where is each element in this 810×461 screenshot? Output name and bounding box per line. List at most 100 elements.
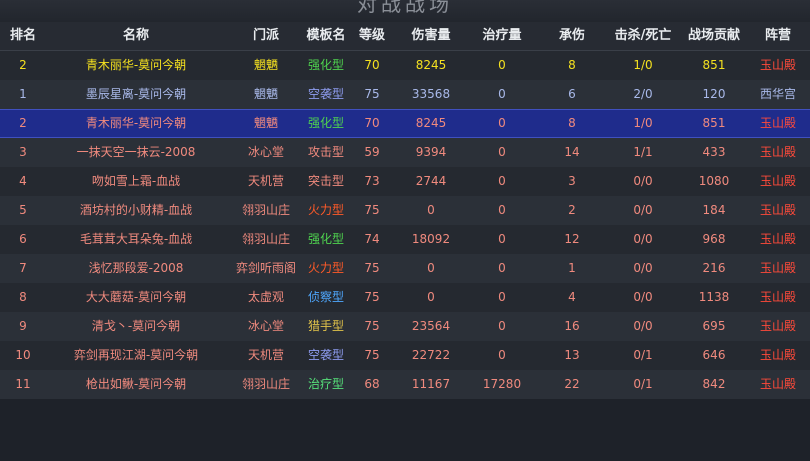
header-kill-death[interactable]: 击杀/死亡 xyxy=(610,22,676,50)
cell-contribution: 184 xyxy=(702,203,726,217)
table-row[interactable]: 7 浅忆那段爱-2008 弈剑听雨阁 火力型 75 0 0 1 0/0 216 玉山殿 xyxy=(0,254,810,283)
cell-template: 猎手型 xyxy=(307,319,344,333)
cell-kill-death: 0/0 xyxy=(633,232,653,246)
table-row[interactable]: 2 青木丽华-莫问今朝 魍魉 强化型 70 8245 0 8 1/0 851 玉山殿 xyxy=(0,51,810,80)
cell-heal: 0 xyxy=(498,319,506,333)
cell-contribution: 433 xyxy=(702,145,726,159)
cell-damage: 33568 xyxy=(411,87,451,101)
table-header: 排名 名称 门派 模板名 等级 伤害量 治疗量 承伤 击杀/死亡 战场贡献 阵营 xyxy=(0,22,810,66)
cell-rank: 1 xyxy=(19,87,27,101)
cell-template: 火力型 xyxy=(307,261,344,275)
cell-heal: 0 xyxy=(498,58,506,72)
cell-camp: 玉山殿 xyxy=(759,145,796,159)
cell-template: 强化型 xyxy=(307,58,344,72)
cell-damage-taken: 12 xyxy=(564,232,580,246)
cell-camp: 玉山殿 xyxy=(759,116,796,130)
cell-level: 68 xyxy=(364,377,380,391)
cell-template: 强化型 xyxy=(307,232,344,246)
cell-level: 70 xyxy=(364,58,380,72)
cell-rank: 5 xyxy=(19,203,27,217)
cell-school: 翎羽山庄 xyxy=(241,232,290,246)
cell-name: 吻如雪上霜-血战 xyxy=(91,174,181,188)
cell-heal: 0 xyxy=(498,261,506,275)
cell-heal: 0 xyxy=(498,290,506,304)
table-row[interactable]: 4 吻如雪上霜-血战 天机营 突击型 73 2744 0 3 0/0 1080 玉山殿 xyxy=(0,167,810,196)
cell-level: 75 xyxy=(364,348,380,362)
header-damage[interactable]: 伤害量 xyxy=(394,22,468,50)
cell-damage-taken: 22 xyxy=(564,377,580,391)
cell-contribution: 646 xyxy=(702,348,726,362)
cell-school: 魍魉 xyxy=(253,58,278,72)
cell-school: 太虚观 xyxy=(247,290,284,304)
cell-kill-death: 0/0 xyxy=(633,174,653,188)
table-row[interactable]: 3 一抹天空一抹云-2008 冰心堂 攻击型 59 9394 0 14 1/1 433 玉山殿 xyxy=(0,138,810,167)
cell-rank: 11 xyxy=(15,377,31,391)
cell-contribution: 120 xyxy=(702,87,726,101)
table-row-selected[interactable]: 2 青木丽华-莫问今朝 魍魉 强化型 70 8245 0 8 1/0 851 玉山殿 xyxy=(0,109,810,138)
cell-contribution: 216 xyxy=(702,261,726,275)
cell-template: 火力型 xyxy=(307,203,344,217)
cell-damage: 8245 xyxy=(415,116,447,130)
cell-damage-taken: 14 xyxy=(564,145,580,159)
cell-name: 毛茸茸大耳朵兔-血战 xyxy=(79,232,193,246)
cell-rank: 8 xyxy=(19,290,27,304)
cell-school: 翎羽山庄 xyxy=(241,377,290,391)
cell-heal: 0 xyxy=(498,348,506,362)
cell-school: 天机营 xyxy=(247,174,284,188)
cell-contribution: 1080 xyxy=(698,174,730,188)
cell-rank: 7 xyxy=(19,261,27,275)
header-name[interactable]: 名称 xyxy=(42,22,230,50)
cell-level: 75 xyxy=(364,203,380,217)
cell-level: 75 xyxy=(364,87,380,101)
header-level[interactable]: 等级 xyxy=(352,22,392,50)
cell-level: 75 xyxy=(364,319,380,333)
cell-rank: 6 xyxy=(19,232,27,246)
cell-heal: 0 xyxy=(498,145,506,159)
cell-school: 冰心堂 xyxy=(247,319,284,333)
table-row[interactable]: 6 毛茸茸大耳朵兔-血战 翎羽山庄 强化型 74 18092 0 12 0/0 968 玉山殿 xyxy=(0,225,810,254)
header-rank[interactable]: 排名 xyxy=(4,22,42,66)
table-row[interactable]: 10 弈剑再现江湖-莫问今朝 天机营 空袭型 75 22722 0 13 0/1 646 玉山殿 xyxy=(0,341,810,370)
cell-damage-taken: 8 xyxy=(568,116,576,130)
cell-kill-death: 1/0 xyxy=(633,58,653,72)
cell-name: 大大蘑菇-莫问今朝 xyxy=(85,290,187,304)
cell-camp: 玉山殿 xyxy=(759,203,796,217)
table-row[interactable]: 1 墨辰星离-莫问今朝 魍魉 空袭型 75 33568 0 6 2/0 120 西华宫 xyxy=(0,80,810,109)
header-heal[interactable]: 治疗量 xyxy=(470,22,534,50)
cell-heal: 0 xyxy=(498,203,506,217)
table-row[interactable]: 9 清戈丶-莫问今朝 冰心堂 猎手型 75 23564 0 16 0/0 695 玉山殿 xyxy=(0,312,810,341)
cell-kill-death: 0/0 xyxy=(633,290,653,304)
cell-level: 70 xyxy=(364,116,380,130)
cell-damage: 8245 xyxy=(415,58,447,72)
table-row[interactable]: 5 酒坊村的小财精-血战 翎羽山庄 火力型 75 0 0 2 0/0 184 玉山殿 xyxy=(0,196,810,225)
cell-level: 74 xyxy=(364,232,380,246)
cell-school: 冰心堂 xyxy=(247,145,284,159)
cell-damage: 0 xyxy=(427,203,435,217)
cell-camp: 玉山殿 xyxy=(759,58,796,72)
cell-camp: 玉山殿 xyxy=(759,261,796,275)
header-template[interactable]: 模板名 xyxy=(302,22,350,50)
cell-camp: 玉山殿 xyxy=(759,232,796,246)
cell-contribution: 842 xyxy=(702,377,726,391)
cell-damage: 22722 xyxy=(411,348,451,362)
cell-heal: 0 xyxy=(498,232,506,246)
header-damage-taken[interactable]: 承伤 xyxy=(536,22,608,50)
cell-camp: 玉山殿 xyxy=(759,174,796,188)
header-contribution[interactable]: 战场贡献 xyxy=(678,22,750,50)
cell-damage: 0 xyxy=(427,261,435,275)
cell-rank: 10 xyxy=(15,348,31,362)
table-row[interactable]: 8 大大蘑菇-莫问今朝 太虚观 侦察型 75 0 0 4 0/0 1138 玉山殿 xyxy=(0,283,810,312)
header-camp[interactable]: 阵营 xyxy=(750,22,806,50)
table-row[interactable]: 11 枪出如鳅-莫问今朝 翎羽山庄 治疗型 68 11167 17280 22 0/1 842 玉山… xyxy=(0,370,810,399)
cell-damage: 11167 xyxy=(411,377,451,391)
cell-contribution: 851 xyxy=(702,116,726,130)
table-body: 2 青木丽华-莫问今朝 魍魉 强化型 70 8245 0 8 1/0 851 玉山殿 1 墨辰星离-莫问… xyxy=(0,51,810,399)
cell-camp: 玉山殿 xyxy=(759,377,796,391)
cell-damage-taken: 3 xyxy=(568,174,576,188)
cell-rank: 9 xyxy=(19,319,27,333)
cell-damage: 18092 xyxy=(411,232,451,246)
cell-name: 弈剑再现江湖-莫问今朝 xyxy=(73,348,199,362)
cell-level: 75 xyxy=(364,261,380,275)
cell-contribution: 1138 xyxy=(698,290,730,304)
header-school[interactable]: 门派 xyxy=(230,22,302,50)
